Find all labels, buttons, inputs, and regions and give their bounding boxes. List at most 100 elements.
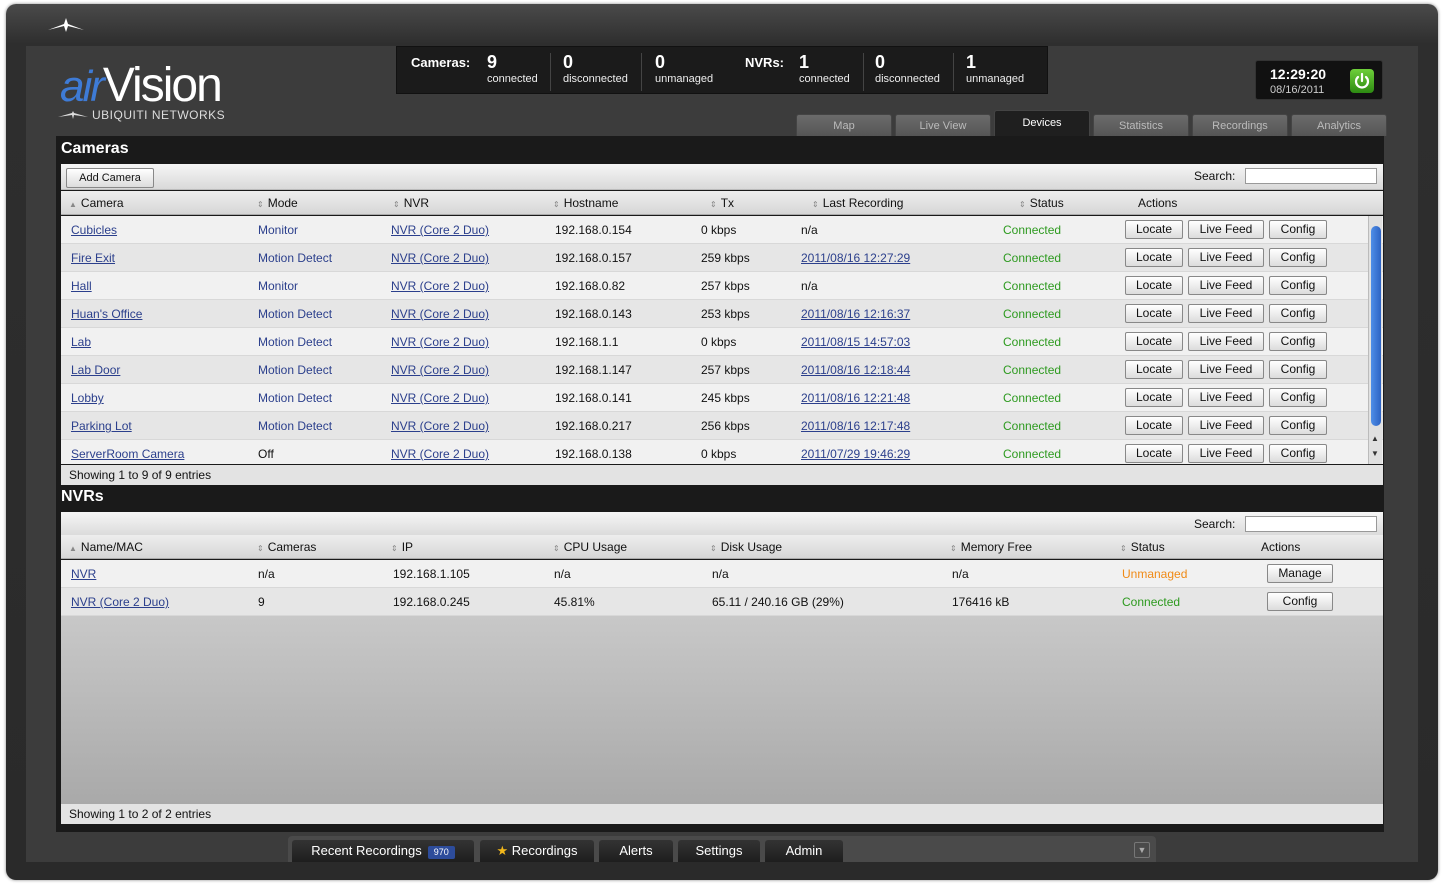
camera-mode: Motion Detect [258,307,333,321]
tab-map[interactable]: Map [796,114,892,136]
camera-name-link[interactable]: Lab [71,335,91,349]
device-summary: Cameras: 9 connected 0 disconnected 0 unman… [396,46,1048,94]
camera-nvr-link[interactable]: NVR (Core 2 Duo) [391,307,489,321]
col-nvr-actions: Actions [1261,540,1301,554]
admin-button[interactable]: Admin [765,840,843,862]
locate-button[interactable]: Locate [1125,332,1183,351]
camera-nvr-link[interactable]: NVR (Core 2 Duo) [391,279,489,293]
col-nvr[interactable]: ⇕ NVR [393,196,429,210]
tab-live-view[interactable]: Live View [895,114,991,136]
config-button[interactable]: Config [1269,444,1327,463]
live-feed-button[interactable]: Live Feed [1188,416,1264,435]
cameras-scrollbar[interactable]: ▲ ▼ [1368,216,1382,464]
locate-button[interactable]: Locate [1125,248,1183,267]
live-feed-button[interactable]: Live Feed [1188,332,1264,351]
alerts-button[interactable]: Alerts [599,840,673,862]
tab-devices[interactable]: Devices [994,110,1090,136]
config-button[interactable]: Config [1269,388,1327,407]
col-nvr-status[interactable]: ⇕ Status [1120,540,1165,554]
camera-last-recording[interactable]: 2011/08/16 12:18:44 [801,363,910,377]
add-camera-button[interactable]: Add Camera [66,168,154,188]
recordings-button[interactable]: ★ Recordings [480,840,594,862]
col-mode[interactable]: ⇕ Mode [257,196,298,210]
camera-name-link[interactable]: Huan's Office [71,307,142,321]
camera-last-recording[interactable]: 2011/08/15 14:57:03 [801,335,910,349]
camera-last-recording[interactable]: 2011/08/16 12:17:48 [801,419,910,433]
cameras-search-input[interactable] [1245,168,1377,184]
nvr-cameras: 9 [258,595,265,609]
locate-button[interactable]: Locate [1125,444,1183,463]
live-feed-button[interactable]: Live Feed [1188,360,1264,379]
col-cameras[interactable]: ⇕ Cameras [257,540,316,554]
config-button[interactable]: Config [1269,304,1327,323]
col-last-recording[interactable]: ⇕ Last Recording [812,196,903,210]
camera-nvr-link[interactable]: NVR (Core 2 Duo) [391,447,489,461]
camera-last-recording[interactable]: 2011/08/16 12:16:37 [801,307,910,321]
config-button[interactable]: Config [1269,416,1327,435]
col-disk-usage[interactable]: ⇕ Disk Usage [710,540,782,554]
camera-nvr-link[interactable]: NVR (Core 2 Duo) [391,419,489,433]
camera-name-link[interactable]: Fire Exit [71,251,115,265]
manage-button[interactable]: Manage [1267,564,1333,583]
live-feed-button[interactable]: Live Feed [1188,388,1264,407]
camera-name-link[interactable]: Parking Lot [71,419,132,433]
col-camera[interactable]: ▲ Camera [69,196,124,210]
live-feed-button[interactable]: Live Feed [1188,248,1264,267]
camera-nvr-link[interactable]: NVR (Core 2 Duo) [391,223,489,237]
camera-name-link[interactable]: Cubicles [71,223,117,237]
locate-button[interactable]: Locate [1125,416,1183,435]
locate-button[interactable]: Locate [1125,276,1183,295]
col-cpu-usage[interactable]: ⇕ CPU Usage [553,540,627,554]
tab-recordings[interactable]: Recordings [1192,114,1288,136]
scroll-up-icon[interactable]: ▲ [1371,434,1379,443]
config-button[interactable]: Config [1269,360,1327,379]
locate-button[interactable]: Locate [1125,220,1183,239]
config-button[interactable]: Config [1269,276,1327,295]
config-button[interactable]: Config [1267,592,1333,611]
live-feed-button[interactable]: Live Feed [1188,276,1264,295]
live-feed-button[interactable]: Live Feed [1188,444,1264,463]
config-button[interactable]: Config [1269,220,1327,239]
power-icon[interactable] [1350,69,1374,93]
camera-nvr-link[interactable]: NVR (Core 2 Duo) [391,391,489,405]
nvr-cameras: n/a [258,567,275,581]
cameras-entries-info: Showing 1 to 9 of 9 entries [61,465,1383,485]
col-memory-free[interactable]: ⇕ Memory Free [950,540,1032,554]
live-feed-button[interactable]: Live Feed [1188,220,1264,239]
camera-last-recording[interactable]: 2011/08/16 12:27:29 [801,251,910,265]
scrollbar-thumb[interactable] [1371,226,1381,426]
col-ip[interactable]: ⇕ IP [391,540,413,554]
locate-button[interactable]: Locate [1125,304,1183,323]
recent-recordings-button[interactable]: Recent Recordings 970 [292,840,474,862]
devices-panel: Cameras Add Camera Search: ▲ Camera ⇕ Mode… [56,136,1384,832]
locate-button[interactable]: Locate [1125,360,1183,379]
col-name-mac[interactable]: ▲ Name/MAC [69,540,143,554]
camera-status: Connected [1003,279,1062,293]
camera-nvr-link[interactable]: NVR (Core 2 Duo) [391,335,489,349]
col-hostname[interactable]: ⇕ Hostname [553,196,618,210]
locate-button[interactable]: Locate [1125,388,1183,407]
col-status[interactable]: ⇕ Status [1019,196,1064,210]
camera-nvr-link[interactable]: NVR (Core 2 Duo) [391,363,489,377]
camera-last-recording[interactable]: 2011/08/16 12:21:48 [801,391,910,405]
camera-name-link[interactable]: Hall [71,279,92,293]
settings-button[interactable]: Settings [678,840,760,862]
config-button[interactable]: Config [1269,248,1327,267]
live-feed-button[interactable]: Live Feed [1188,304,1264,323]
camera-last-recording[interactable]: 2011/07/29 19:46:29 [801,447,910,461]
table-row: ServerRoom Camera Off NVR (Core 2 Duo) 192.… [61,440,1383,464]
camera-name-link[interactable]: Lobby [71,391,104,405]
camera-name-link[interactable]: ServerRoom Camera [71,447,184,461]
camera-nvr-link[interactable]: NVR (Core 2 Duo) [391,251,489,265]
scroll-down-icon[interactable]: ▼ [1371,449,1379,458]
nvrs-search-input[interactable] [1245,516,1377,532]
camera-hostname: 192.168.0.217 [555,419,632,433]
col-tx[interactable]: ⇕ Tx [710,196,734,210]
chevron-down-icon[interactable]: ▼ [1134,842,1150,858]
nvr-name-link[interactable]: NVR (Core 2 Duo) [71,595,169,609]
tab-analytics[interactable]: Analytics [1291,114,1387,136]
config-button[interactable]: Config [1269,332,1327,351]
nvr-name-link[interactable]: NVR [71,567,96,581]
camera-name-link[interactable]: Lab Door [71,363,120,377]
tab-statistics[interactable]: Statistics [1093,114,1189,136]
